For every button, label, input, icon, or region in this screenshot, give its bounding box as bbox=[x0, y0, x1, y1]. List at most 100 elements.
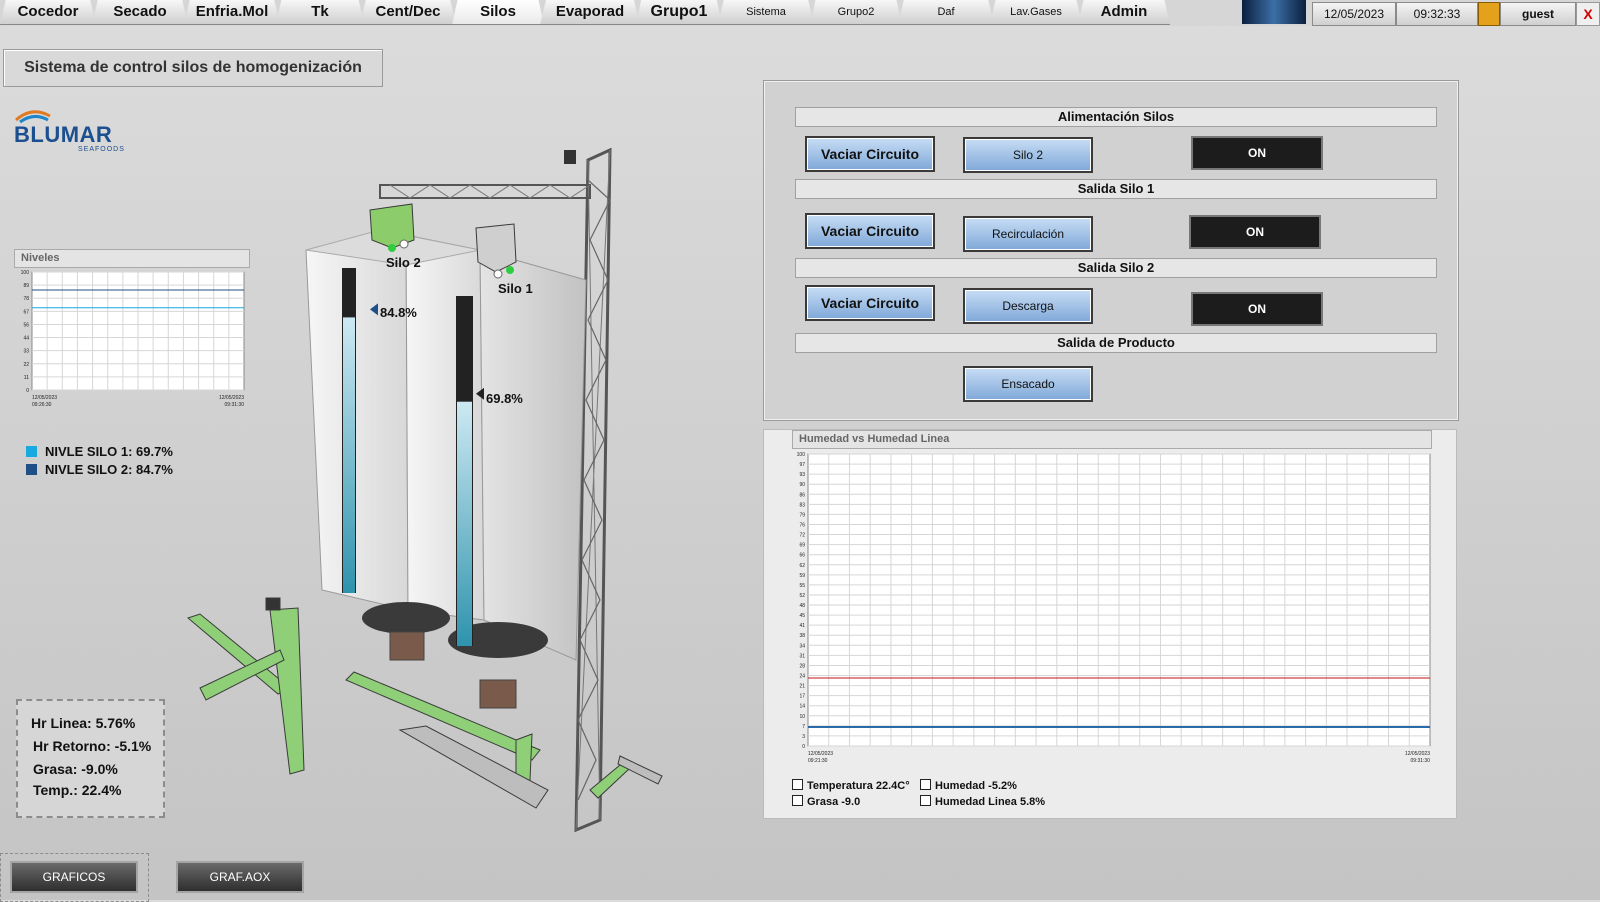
salida2-descarga-button[interactable]: Descarga bbox=[963, 288, 1093, 324]
y-tick-label: 7 bbox=[802, 724, 805, 730]
key-icon[interactable] bbox=[1478, 2, 1500, 26]
y-tick-label: 89 bbox=[23, 283, 29, 289]
ensacado-button[interactable]: Ensacado bbox=[963, 366, 1093, 402]
top-navigation: Cocedor Secado Enfria.Mol Tk Cent/Dec Si… bbox=[0, 0, 1600, 26]
x-start-date: 12/05/2023 bbox=[808, 751, 833, 757]
salida-silo2-header: Salida Silo 2 bbox=[795, 258, 1437, 278]
brand-logo: BLUMAR SEAFOODS bbox=[14, 104, 124, 156]
hr-retorno-reading: Hr Retorno: -5.1% bbox=[33, 738, 152, 754]
y-tick-label: 0 bbox=[26, 388, 29, 394]
y-tick-label: 55 bbox=[799, 583, 805, 589]
brand-wave-icon bbox=[15, 110, 51, 124]
humedad-chart: 1009793908683797672696662595552484541383… bbox=[797, 452, 1431, 764]
y-tick-label: 69 bbox=[799, 543, 805, 549]
graficos-button[interactable]: GRAFICOS bbox=[10, 861, 138, 893]
company-logo-icon bbox=[1242, 0, 1306, 24]
x-start-time: 09:26:30 bbox=[32, 402, 52, 408]
control-panel: Alimentación Silos Vaciar Circuito Silo … bbox=[764, 81, 1458, 420]
x-end-date: 12/05/2023 bbox=[1405, 751, 1430, 757]
y-tick-label: 48 bbox=[799, 603, 805, 609]
alimentacion-vaciar-circuito-button[interactable]: Vaciar Circuito bbox=[805, 136, 935, 172]
tab-admin[interactable]: Admin bbox=[1078, 0, 1170, 25]
tab-silos[interactable]: Silos bbox=[452, 0, 544, 25]
y-tick-label: 67 bbox=[23, 309, 29, 315]
brand-name: BLUMAR bbox=[14, 122, 113, 147]
check-temperatura[interactable]: Temperatura 22.4C° bbox=[792, 779, 910, 792]
tab-sistema[interactable]: Sistema bbox=[718, 0, 814, 25]
salida1-on-button[interactable]: ON bbox=[1189, 215, 1321, 249]
y-tick-label: 76 bbox=[799, 522, 805, 528]
y-tick-label: 21 bbox=[799, 684, 805, 690]
y-tick-label: 100 bbox=[797, 452, 806, 458]
y-tick-label: 97 bbox=[799, 462, 805, 468]
x-start-time: 09:21:30 bbox=[808, 758, 828, 764]
tab-grupo1[interactable]: Grupo1 bbox=[636, 0, 722, 25]
silo-process-diagram: 84.8% 69.8% Silo 2 Silo 1 bbox=[186, 147, 663, 833]
y-tick-label: 83 bbox=[799, 502, 805, 508]
humedad-linea-checkbox[interactable] bbox=[920, 795, 931, 806]
salida1-vaciar-circuito-button[interactable]: Vaciar Circuito bbox=[805, 213, 935, 249]
y-tick-label: 66 bbox=[799, 553, 805, 559]
silo1-label: Silo 1 bbox=[498, 281, 533, 296]
check-humedad-linea[interactable]: Humedad Linea 5.8% bbox=[920, 795, 1045, 808]
grasa-checkbox[interactable] bbox=[792, 795, 803, 806]
humedad-linea-label: Humedad Linea 5.8% bbox=[935, 796, 1046, 808]
tab-grupo2[interactable]: Grupo2 bbox=[810, 0, 902, 25]
x-end-time: 09:31:30 bbox=[1411, 758, 1431, 764]
check-grasa[interactable]: Grasa -9.0 bbox=[792, 795, 860, 808]
tab-lav-gases[interactable]: Lav.Gases bbox=[990, 0, 1082, 25]
salida2-vaciar-circuito-button[interactable]: Vaciar Circuito bbox=[805, 285, 935, 321]
y-tick-label: 62 bbox=[799, 563, 805, 569]
salida-silo1-header: Salida Silo 1 bbox=[795, 179, 1437, 199]
legend-silo1-swatch bbox=[26, 446, 37, 457]
graf-aox-button[interactable]: GRAF.AOX bbox=[176, 861, 304, 893]
alimentacion-on-button[interactable]: ON bbox=[1191, 136, 1323, 170]
tab-daf[interactable]: Daf bbox=[898, 0, 994, 25]
humedad-checkbox[interactable] bbox=[920, 779, 931, 790]
tab-cent-dec[interactable]: Cent/Dec bbox=[360, 0, 456, 25]
salida1-recirculacion-button[interactable]: Recirculación bbox=[963, 216, 1093, 252]
tab-secado[interactable]: Secado bbox=[92, 0, 188, 25]
tab-evaporad[interactable]: Evaporad bbox=[540, 0, 640, 25]
y-tick-label: 14 bbox=[799, 704, 805, 710]
humedad-label: Humedad -5.2% bbox=[935, 780, 1017, 792]
brand-subtitle: SEAFOODS bbox=[78, 146, 125, 153]
salida-producto-header: Salida de Producto bbox=[795, 333, 1437, 353]
tab-cocedor[interactable]: Cocedor bbox=[0, 0, 96, 25]
close-button[interactable]: X bbox=[1576, 2, 1600, 26]
tab-tk[interactable]: Tk bbox=[276, 0, 364, 25]
silo2-label: Silo 2 bbox=[386, 255, 421, 270]
y-tick-label: 33 bbox=[23, 349, 29, 355]
y-tick-label: 31 bbox=[799, 653, 805, 659]
y-tick-label: 24 bbox=[799, 674, 805, 680]
y-tick-label: 59 bbox=[799, 573, 805, 579]
y-tick-label: 72 bbox=[799, 533, 805, 539]
salida2-on-button[interactable]: ON bbox=[1191, 292, 1323, 326]
y-tick-label: 3 bbox=[802, 734, 805, 740]
temperatura-label: Temperatura 22.4C° bbox=[807, 780, 910, 792]
alimentacion-silo2-button[interactable]: Silo 2 bbox=[963, 137, 1093, 173]
y-tick-label: 78 bbox=[23, 296, 29, 302]
temp-reading: Temp.: 22.4% bbox=[33, 782, 122, 798]
x-start-date: 12/05/2023 bbox=[32, 395, 57, 401]
process-readings-box: Hr Linea: 5.76% Hr Retorno: -5.1% Grasa:… bbox=[16, 699, 165, 818]
check-humedad[interactable]: Humedad -5.2% bbox=[920, 779, 1017, 792]
date-display: 12/05/2023 bbox=[1312, 2, 1396, 26]
y-tick-label: 45 bbox=[799, 613, 805, 619]
alimentacion-silos-header: Alimentación Silos bbox=[795, 107, 1437, 127]
silo2-level-label: 84.8% bbox=[380, 305, 417, 320]
legend-silo2-text: NIVLE SILO 2: 84.7% bbox=[45, 462, 173, 477]
user-display[interactable]: guest bbox=[1500, 2, 1576, 26]
grasa-reading: Grasa: -9.0% bbox=[33, 761, 118, 777]
y-tick-label: 38 bbox=[799, 633, 805, 639]
humedad-chart-title: Humedad vs Humedad Linea bbox=[792, 430, 1432, 449]
y-tick-label: 44 bbox=[23, 336, 29, 342]
tab-enfria-mol[interactable]: Enfria.Mol bbox=[184, 0, 280, 25]
y-tick-label: 34 bbox=[799, 643, 805, 649]
y-tick-label: 52 bbox=[799, 593, 805, 599]
y-tick-label: 100 bbox=[21, 270, 30, 276]
temperatura-checkbox[interactable] bbox=[792, 779, 803, 790]
y-tick-label: 0 bbox=[802, 744, 805, 750]
hr-linea-reading: Hr Linea: 5.76% bbox=[31, 715, 136, 731]
y-tick-label: 93 bbox=[799, 472, 805, 478]
